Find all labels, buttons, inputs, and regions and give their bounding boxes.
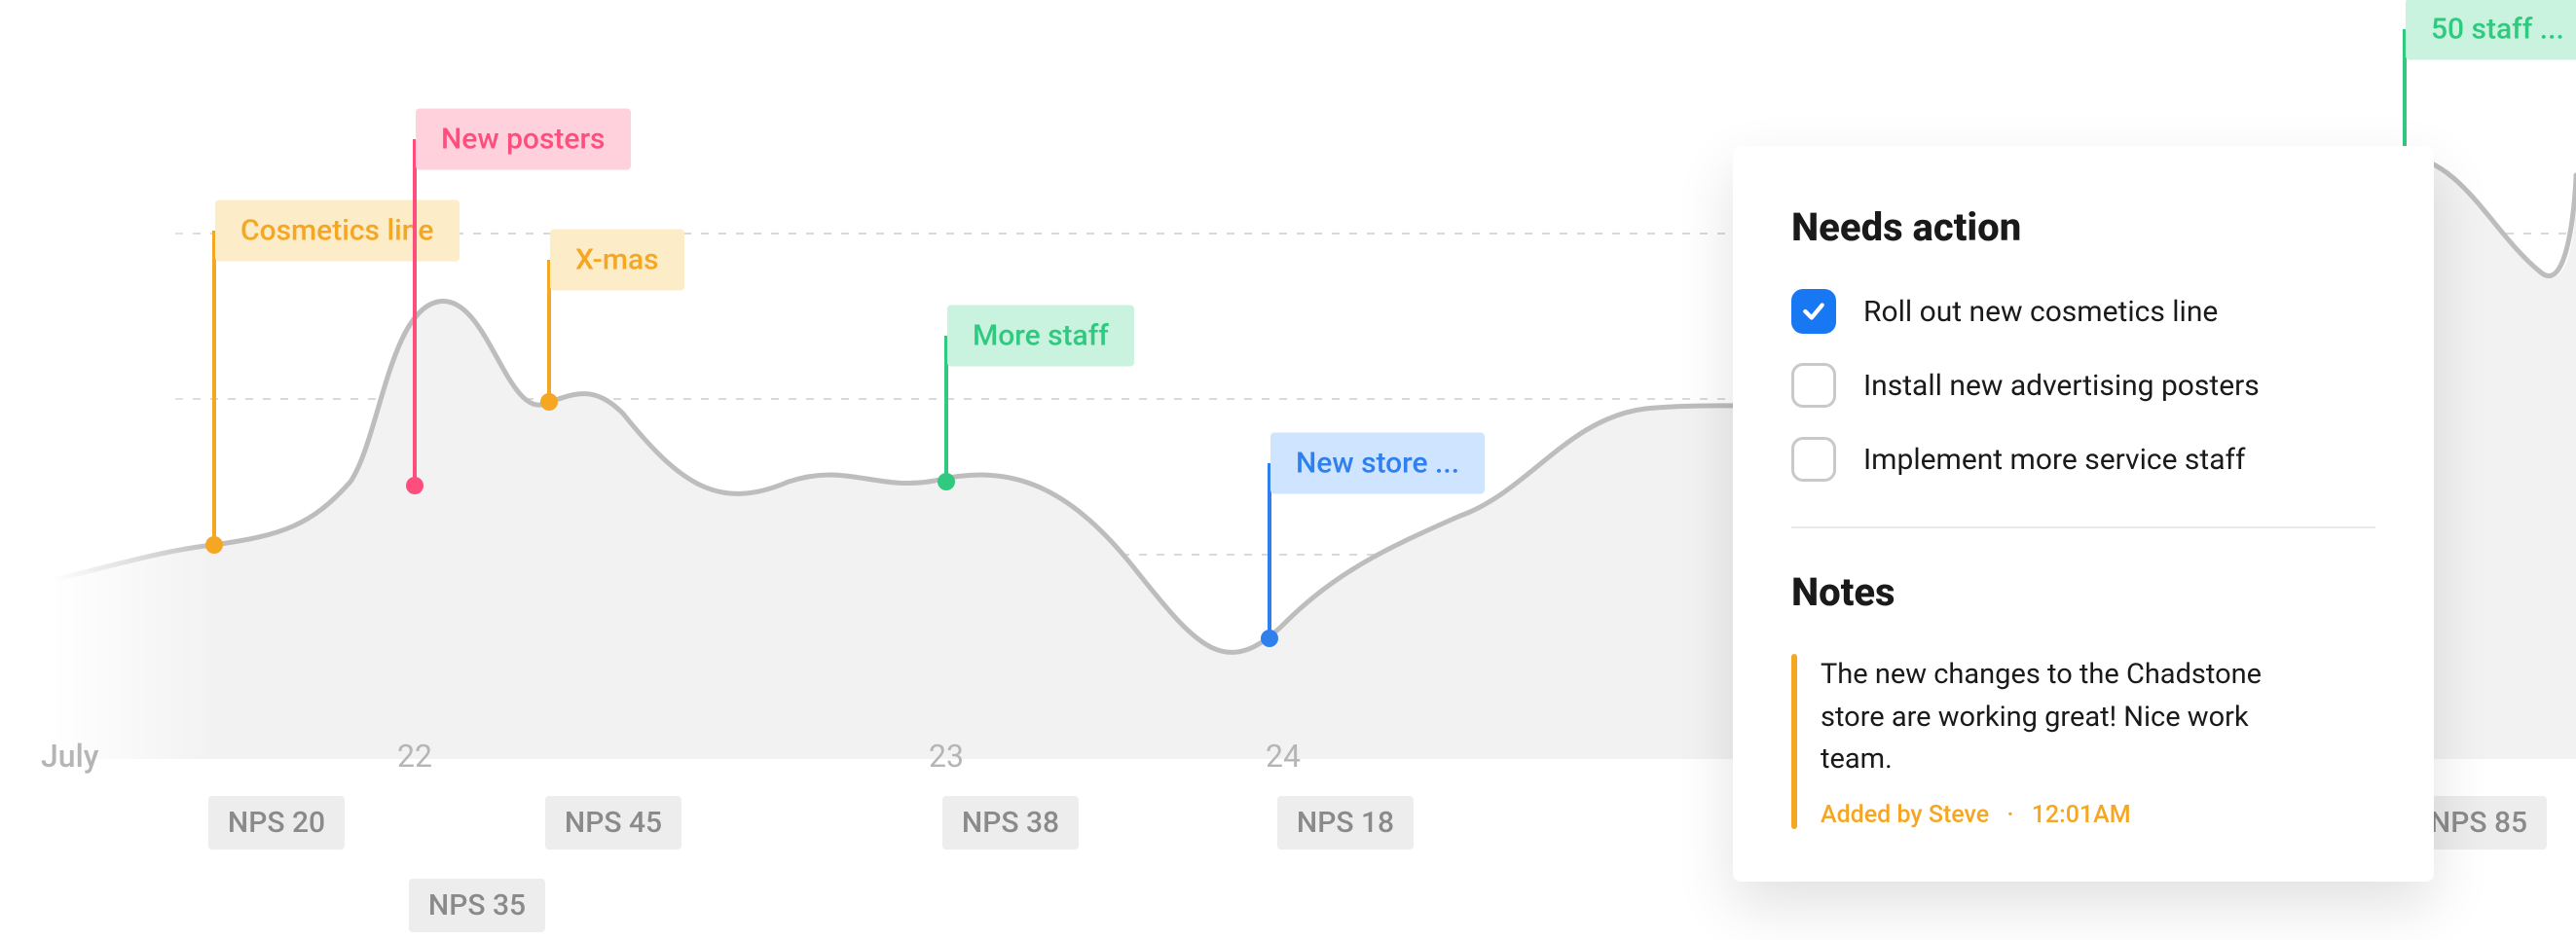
note-body: The new changes to the Chadstone store a…	[1821, 654, 2327, 781]
task-row: Implement more service staff	[1791, 437, 2375, 482]
task-label: Implement more service staff	[1863, 443, 2245, 477]
check-icon	[1801, 299, 1826, 324]
note-accent-bar	[1791, 654, 1797, 829]
action-notes-card: Needs action Roll out new cosmetics line…	[1733, 146, 2434, 882]
dot-separator-icon: ·	[2006, 801, 2013, 829]
notes-heading: Notes	[1791, 569, 2375, 615]
nps-badge-xmas: NPS 45	[545, 796, 681, 850]
note-time: 12:01AM	[2032, 801, 2131, 829]
task-row: Roll out new cosmetics line	[1791, 289, 2375, 334]
nps-badge-posters: NPS 35	[409, 879, 545, 932]
marker-flag: 50 staff ...	[2406, 0, 2576, 60]
task-checkbox[interactable]	[1791, 289, 1836, 334]
card-divider	[1791, 526, 2375, 528]
task-checkbox[interactable]	[1791, 437, 1836, 482]
task-label: Roll out new cosmetics line	[1863, 295, 2218, 329]
task-row: Install new advertising posters	[1791, 363, 2375, 408]
marker-flag: Cosmetics line	[215, 200, 460, 262]
axis-tick-22: 22	[397, 738, 432, 775]
nps-badge-cosmetics: NPS 20	[208, 796, 345, 850]
axis-tick-24: 24	[1266, 738, 1301, 775]
marker-flag: More staff	[947, 306, 1134, 367]
note-meta: Added by Steve · 12:01AM	[1821, 801, 2327, 829]
nps-badge-staff: NPS 38	[942, 796, 1079, 850]
task-checkbox[interactable]	[1791, 363, 1836, 408]
marker-dot	[205, 536, 223, 554]
marker-flag: New posters	[416, 109, 631, 170]
marker-dot	[540, 393, 558, 411]
marker-dot	[1261, 630, 1278, 647]
task-label: Install new advertising posters	[1863, 369, 2260, 403]
note-item: The new changes to the Chadstone store a…	[1791, 654, 2375, 829]
note-author: Added by Steve	[1821, 801, 1989, 829]
axis-month-label: July	[41, 738, 98, 775]
marker-flag: X-mas	[550, 230, 684, 291]
dashboard-canvas: July 22 23 24 Cosmetics line NPS 20 New …	[0, 0, 2576, 940]
marker-dot	[938, 473, 955, 490]
axis-tick-23: 23	[929, 738, 964, 775]
needs-action-heading: Needs action	[1791, 204, 2375, 250]
marker-dot	[406, 477, 423, 494]
left-fade-overlay	[0, 0, 214, 940]
marker-flag: New store ...	[1270, 433, 1485, 494]
nps-badge-store: NPS 18	[1277, 796, 1414, 850]
